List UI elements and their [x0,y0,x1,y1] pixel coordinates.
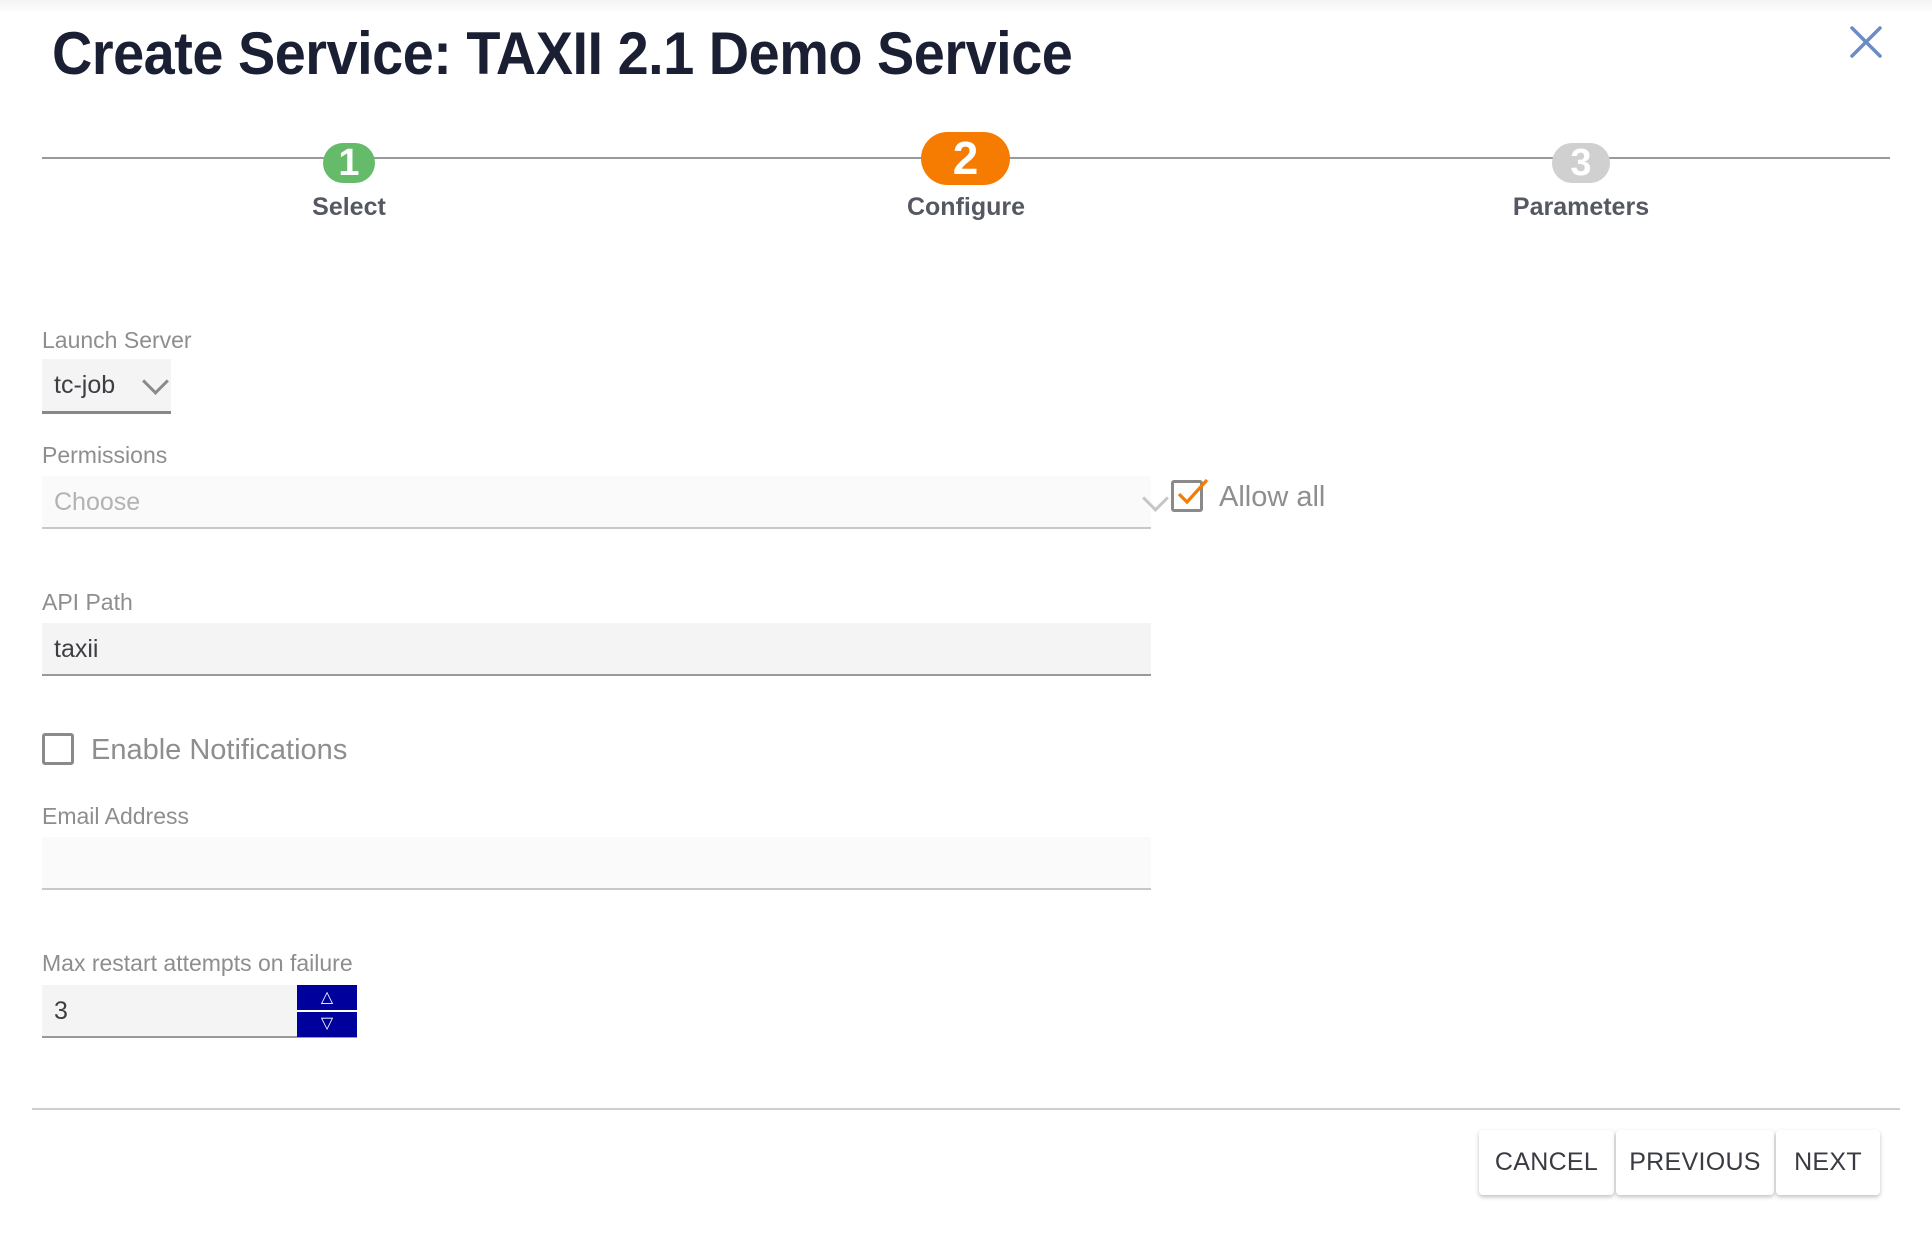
chevron-down-icon [1142,485,1169,512]
allow-all-checkbox[interactable] [1171,478,1209,512]
checkmark-icon [1177,478,1209,505]
email-label: Email Address [42,803,190,829]
close-button[interactable] [1848,24,1884,60]
api-path-value: taxii [54,635,99,663]
step-badge-2[interactable]: 2 [921,132,1010,185]
launch-server-select[interactable]: tc-job [42,359,171,414]
enable-notifications-checkbox[interactable] [42,733,74,765]
triangle-up-icon: △ [320,989,334,1006]
triangle-down-icon: ▽ [320,1015,334,1032]
max-restart-stepper: △ ▽ [297,985,357,1037]
email-input[interactable] [42,837,1151,890]
permissions-placeholder: Choose [54,488,141,516]
max-restart-value: 3 [54,997,68,1025]
previous-button[interactable]: PREVIOUS [1616,1130,1774,1195]
step-label-configure: Configure [906,193,1026,221]
api-path-label: API Path [42,589,133,615]
dialog-title: Create Service: TAXII 2.1 Demo Service [52,20,1073,87]
permissions-label: Permissions [42,442,168,468]
allow-all-label: Allow all [1219,481,1326,513]
footer-divider [32,1108,1900,1110]
permissions-select[interactable]: Choose [42,476,1169,529]
step-label-select: Select [312,193,386,221]
step-badge-3[interactable]: 3 [1552,143,1610,183]
launch-server-label: Launch Server [42,327,192,353]
close-icon [1850,26,1882,58]
launch-server-value: tc-job [54,371,116,399]
increment-button[interactable]: △ [297,985,357,1011]
dialog-top-shadow [0,0,1932,14]
enable-notifications-label: Enable Notifications [91,734,348,766]
max-restart-label: Max restart attempts on failure [42,950,353,976]
next-button[interactable]: NEXT [1776,1130,1880,1195]
cancel-button[interactable]: CANCEL [1479,1130,1614,1195]
chevron-down-icon [142,368,169,395]
api-path-input[interactable]: taxii [42,623,1151,676]
step-label-parameters: Parameters [1512,193,1650,221]
decrement-button[interactable]: ▽ [297,1011,357,1037]
step-badge-1[interactable]: 1 [323,143,375,183]
